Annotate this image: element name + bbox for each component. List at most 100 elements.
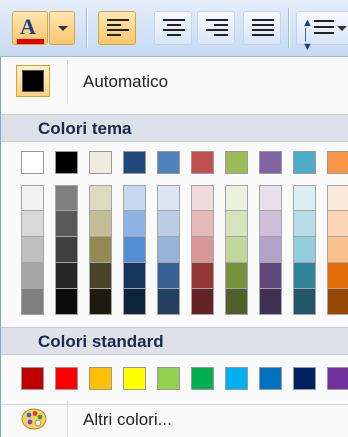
theme-shade-swatch[interactable] — [259, 211, 282, 237]
theme-color-swatch[interactable] — [157, 151, 180, 174]
theme-color-swatch[interactable] — [327, 151, 348, 174]
chevron-down-icon — [337, 26, 347, 31]
automatic-color-item[interactable]: Automatico — [1, 60, 348, 104]
standard-colors-title: Colori standard — [38, 332, 164, 351]
theme-shade-swatch[interactable] — [21, 211, 44, 237]
theme-shade-swatch[interactable] — [157, 237, 180, 263]
theme-color-swatch[interactable] — [89, 151, 112, 174]
standard-color-swatch[interactable] — [225, 367, 248, 390]
theme-shade-swatch[interactable] — [225, 237, 248, 263]
toolbar-separator — [86, 8, 88, 48]
automatic-swatch-frame — [16, 65, 50, 97]
theme-shade-swatch[interactable] — [225, 185, 248, 211]
align-right-button[interactable] — [197, 11, 235, 45]
theme-shade-swatch[interactable] — [123, 237, 146, 263]
theme-shade-swatch[interactable] — [89, 185, 112, 211]
align-center-icon — [163, 19, 185, 39]
theme-shade-swatch[interactable] — [21, 237, 44, 263]
theme-shade-swatch[interactable] — [293, 211, 316, 237]
font-color-dropdown-button[interactable] — [49, 11, 75, 45]
theme-color-swatch[interactable] — [293, 151, 316, 174]
theme-shade-swatch[interactable] — [293, 263, 316, 289]
theme-shade-swatch[interactable] — [123, 263, 146, 289]
theme-shade-swatch[interactable] — [259, 289, 282, 315]
menu-gutter-line — [67, 60, 68, 104]
theme-shade-swatch[interactable] — [89, 211, 112, 237]
theme-shade-swatch[interactable] — [293, 289, 316, 315]
theme-shade-swatch[interactable] — [157, 211, 180, 237]
automatic-label: Automatico — [83, 72, 169, 91]
theme-colors-title: Colori tema — [38, 119, 132, 138]
theme-shade-swatch[interactable] — [259, 263, 282, 289]
line-spacing-button[interactable]: ▲ │ ▼ — [296, 11, 348, 53]
theme-shade-swatch[interactable] — [327, 211, 348, 237]
theme-shade-swatch[interactable] — [293, 185, 316, 211]
theme-shade-swatch[interactable] — [21, 263, 44, 289]
theme-color-swatch[interactable] — [225, 151, 248, 174]
theme-color-swatch[interactable] — [123, 151, 146, 174]
font-color-icon: A — [20, 14, 36, 39]
theme-shade-swatch[interactable] — [191, 185, 214, 211]
theme-shade-swatch[interactable] — [123, 289, 146, 315]
theme-shade-swatch[interactable] — [225, 289, 248, 315]
standard-color-swatch[interactable] — [327, 367, 348, 390]
theme-shade-swatch[interactable] — [157, 289, 180, 315]
formatting-toolbar: A ▲ │ ▼ — [0, 0, 348, 57]
theme-shade-swatch[interactable] — [327, 263, 348, 289]
standard-color-swatch[interactable] — [157, 367, 180, 390]
theme-shade-swatch[interactable] — [191, 211, 214, 237]
standard-color-swatch[interactable] — [191, 367, 214, 390]
theme-colors-header: Colori tema — [1, 114, 348, 142]
align-left-icon — [107, 19, 129, 39]
standard-color-swatch[interactable] — [55, 367, 78, 390]
more-colors-label: Altri colori... — [83, 410, 172, 429]
theme-shade-swatch[interactable] — [225, 211, 248, 237]
theme-color-swatch[interactable] — [21, 151, 44, 174]
standard-color-swatch[interactable] — [293, 367, 316, 390]
theme-shade-swatch[interactable] — [191, 289, 214, 315]
theme-shade-swatch[interactable] — [55, 289, 78, 315]
theme-shade-swatch[interactable] — [55, 237, 78, 263]
standard-color-swatch[interactable] — [259, 367, 282, 390]
theme-shade-swatch[interactable] — [293, 237, 316, 263]
theme-shade-swatch[interactable] — [259, 185, 282, 211]
theme-shade-swatch[interactable] — [21, 289, 44, 315]
standard-color-swatch[interactable] — [123, 367, 146, 390]
theme-shade-swatch[interactable] — [55, 185, 78, 211]
chevron-down-icon — [58, 26, 68, 31]
theme-shade-swatch[interactable] — [327, 237, 348, 263]
theme-shade-swatch[interactable] — [55, 263, 78, 289]
theme-shade-swatch[interactable] — [157, 185, 180, 211]
theme-shade-swatch[interactable] — [89, 289, 112, 315]
theme-color-swatch[interactable] — [259, 151, 282, 174]
palette-icon — [21, 408, 47, 430]
automatic-color-swatch — [22, 70, 44, 92]
align-center-button[interactable] — [154, 11, 192, 45]
font-color-button[interactable]: A — [12, 11, 48, 45]
font-color-indicator — [17, 39, 44, 44]
theme-shade-swatch[interactable] — [89, 263, 112, 289]
standard-color-swatch[interactable] — [21, 367, 44, 390]
theme-shade-swatch[interactable] — [123, 211, 146, 237]
theme-color-swatch[interactable] — [191, 151, 214, 174]
theme-shade-swatch[interactable] — [225, 263, 248, 289]
theme-shade-swatch[interactable] — [157, 263, 180, 289]
theme-shade-swatch[interactable] — [89, 237, 112, 263]
align-left-button[interactable] — [98, 11, 136, 45]
standard-color-swatch[interactable] — [89, 367, 112, 390]
theme-shade-swatch[interactable] — [259, 237, 282, 263]
menu-gutter-line — [67, 401, 68, 437]
align-right-icon — [206, 19, 228, 39]
theme-shade-swatch[interactable] — [327, 185, 348, 211]
line-spacing-icon: ▲ │ ▼ — [302, 17, 313, 53]
theme-shade-swatch[interactable] — [327, 289, 348, 315]
theme-shade-swatch[interactable] — [123, 185, 146, 211]
more-colors-item[interactable]: Altri colori... — [1, 401, 348, 437]
line-spacing-lines-icon — [314, 20, 334, 38]
theme-shade-swatch[interactable] — [21, 185, 44, 211]
justify-button[interactable] — [243, 11, 281, 45]
theme-shade-swatch[interactable] — [191, 237, 214, 263]
theme-color-swatch[interactable] — [55, 151, 78, 174]
theme-shade-swatch[interactable] — [191, 263, 214, 289]
theme-shade-swatch[interactable] — [55, 211, 78, 237]
